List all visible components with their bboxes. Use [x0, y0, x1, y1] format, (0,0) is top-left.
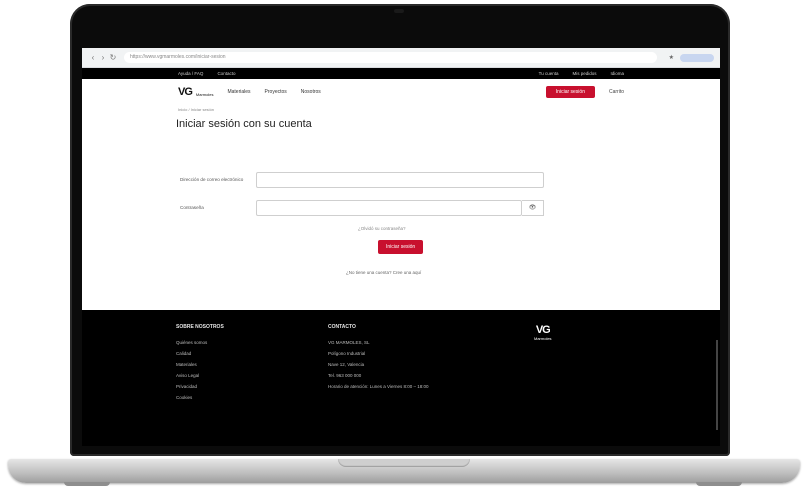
show-password-icon[interactable]: 👁 [522, 200, 544, 216]
topbar-link-help[interactable]: Ayuda / FAQ [178, 71, 203, 76]
footer-hours: Horario de atención: Lunes a Viernes 8:0… [328, 384, 429, 389]
topbar-link-language[interactable]: Idioma [610, 71, 624, 76]
laptop-foot-right [696, 482, 742, 486]
footer-company: VG MARMOLES, SL [328, 340, 370, 345]
site-topbar: Ayuda / FAQ Contacto Tu cuenta Mis pedid… [82, 68, 720, 79]
bookmark-star-icon[interactable]: ★ [669, 54, 674, 61]
topbar-link-orders[interactable]: Mis pedidos [572, 71, 596, 76]
breadcrumb[interactable]: Inicio / Iniciar sesión [82, 107, 720, 112]
reload-icon[interactable]: ↻ [108, 53, 118, 62]
footer-link[interactable]: Calidad [176, 351, 224, 356]
site-header: VG Marmoles Materiales Proyectos Nosotro… [82, 79, 720, 105]
cart-link[interactable]: Carrito [609, 89, 624, 95]
topbar-link-account[interactable]: Tu cuenta [539, 71, 559, 76]
footer-address-line1: Polígono Industrial [328, 351, 366, 356]
create-account-link[interactable]: ¿No tiene una cuenta? Cree una aquí [346, 270, 421, 275]
footer-link[interactable]: Quiénes somos [176, 340, 224, 345]
footer-logo-mark: VG [535, 324, 551, 336]
footer-contact-heading: CONTACTO [328, 324, 356, 330]
footer-logo-sub: Marmoles [534, 336, 552, 341]
footer-address-line2: Nave 12, Valencia [328, 362, 365, 367]
profile-button[interactable] [680, 53, 714, 62]
password-label: Contraseña [180, 205, 204, 210]
email-row: Dirección de correo electrónico [180, 172, 544, 188]
forgot-password-link[interactable]: ¿Olvidó su contraseña? [358, 226, 406, 231]
footer-about-heading: SOBRE NOSOTROS [176, 324, 224, 330]
email-field[interactable] [256, 172, 544, 188]
password-row: Contraseña 👁 [180, 200, 544, 216]
forward-icon[interactable]: › [98, 53, 108, 62]
menu-item-projects[interactable]: Proyectos [265, 89, 287, 95]
submit-login-button[interactable]: Iniciar sesión [378, 240, 424, 254]
footer-link[interactable]: Cookies [176, 395, 224, 400]
site-footer: SOBRE NOSOTROS Quiénes somos Calidad Mat… [82, 310, 720, 446]
laptop-foot-left [64, 482, 110, 486]
footer-phone[interactable]: Tel. 963 000 000 [328, 373, 429, 378]
site-logo[interactable]: VG [178, 86, 193, 98]
footer-col-about: SOBRE NOSOTROS Quiénes somos Calidad Mat… [176, 324, 224, 406]
footer-link[interactable]: Aviso Legal [176, 373, 224, 378]
header-login-button[interactable]: Iniciar sesión [545, 86, 595, 98]
password-field[interactable] [256, 200, 522, 216]
back-icon[interactable]: ‹ [88, 53, 98, 62]
laptop-screen: ‹ › ↻ https://www.vgmarmoles.com/iniciar… [82, 48, 720, 446]
address-bar[interactable]: https://www.vgmarmoles.com/iniciar-sesio… [124, 52, 657, 63]
footer-link[interactable]: Privacidad [176, 384, 224, 389]
topbar-link-contact[interactable]: Contacto [217, 71, 235, 76]
email-label: Dirección de correo electrónico [180, 177, 244, 182]
page-title: Iniciar sesión con su cuenta [176, 118, 312, 130]
page-scrollbar[interactable] [716, 340, 718, 430]
menu-item-about[interactable]: Nosotros [301, 89, 321, 95]
footer-col-contact: CONTACTO VG MARMOLES, SL Polígono Indust… [328, 324, 429, 395]
browser-toolbar: ‹ › ↻ https://www.vgmarmoles.com/iniciar… [82, 48, 720, 68]
camera-notch [394, 9, 404, 13]
footer-logo[interactable]: VG Marmoles [534, 324, 552, 341]
menu-item-materials[interactable]: Materiales [227, 89, 250, 95]
site-logo-sub: Marmoles [195, 91, 214, 97]
footer-link[interactable]: Materiales [176, 362, 224, 367]
laptop-thumb-notch [338, 459, 470, 467]
